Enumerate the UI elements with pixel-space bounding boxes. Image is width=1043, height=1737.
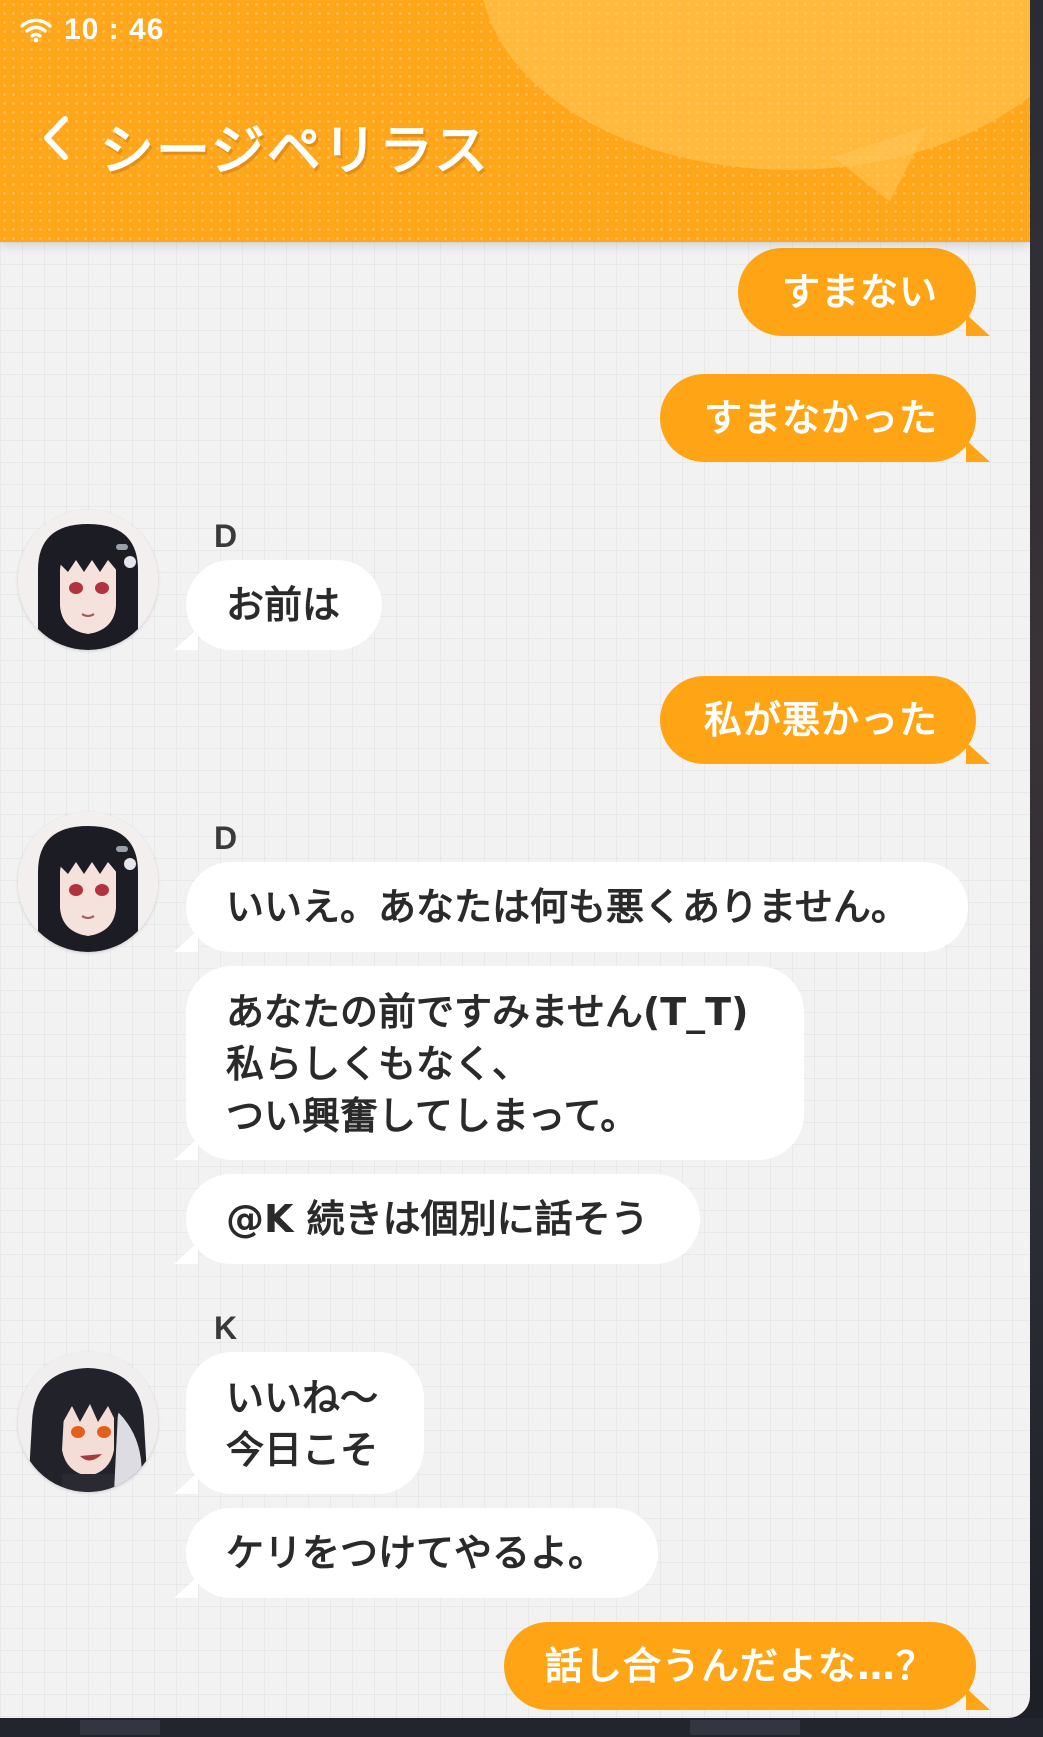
outgoing-message[interactable]: 話し合うんだよな…？ <box>504 1622 990 1710</box>
message-line: いいね～ <box>226 1376 379 1420</box>
message-text: いいえ。あなたは何も悪くありません。 <box>226 885 909 929</box>
sender-name: D <box>214 820 238 856</box>
message-text: すまなかった <box>703 396 938 440</box>
wifi-icon <box>20 17 52 43</box>
chat-header: 10 : 46 シージペリラス <box>0 0 1030 242</box>
incoming-message[interactable]: @K 続きは個別に話そう <box>174 1174 700 1264</box>
incoming-message[interactable]: いいね～ 今日こそ <box>174 1352 424 1494</box>
message-text: お前は <box>226 583 341 627</box>
status-bar: 10 : 46 <box>20 10 164 50</box>
incoming-message[interactable]: ケリをつけてやるよ。 <box>174 1508 658 1598</box>
message-line: あなたの前ですみません(T_T) <box>226 990 749 1034</box>
game-background-edge <box>1030 0 1043 1737</box>
message-text: 話し合うんだよな…？ <box>544 1644 935 1688</box>
incoming-message[interactable]: あなたの前ですみません(T_T) 私らしくもなく、 つい興奮してしまって。 <box>174 966 804 1160</box>
outgoing-message[interactable]: 私が悪かった <box>660 676 990 764</box>
outgoing-message[interactable]: すまない <box>738 248 990 336</box>
avatar-d-icon <box>18 812 158 952</box>
message-line: 私らしくもなく、 <box>226 1042 531 1086</box>
incoming-message[interactable]: お前は <box>174 560 382 650</box>
incoming-message[interactable]: いいえ。あなたは何も悪くありません。 <box>174 862 968 952</box>
message-line: 今日こそ <box>226 1428 379 1472</box>
back-button[interactable] <box>36 112 76 168</box>
avatar-d-icon <box>18 510 158 650</box>
game-background-bottom <box>0 1718 1043 1737</box>
chat-panel: 10 : 46 シージペリラス すまない すまなかった D お前は 私が悪かった… <box>0 0 1030 1718</box>
message-text: すまない <box>781 270 938 314</box>
message-text: 私が悪かった <box>703 698 938 742</box>
message-text: @K 続きは個別に話そう <box>226 1197 649 1241</box>
outgoing-message[interactable]: すまなかった <box>660 374 990 462</box>
chat-title: シージペリラス <box>100 119 490 182</box>
status-time: 10 : 46 <box>64 13 165 46</box>
message-text: ケリをつけてやるよ。 <box>226 1531 607 1575</box>
header-decoration <box>480 0 1030 170</box>
sender-name: K <box>214 1310 238 1346</box>
avatar-d[interactable] <box>18 510 158 650</box>
message-line: つい興奮してしまって。 <box>226 1094 639 1138</box>
chevron-left-icon <box>41 115 71 165</box>
avatar-k[interactable] <box>18 1352 158 1492</box>
avatar-d[interactable] <box>18 812 158 952</box>
sender-name: D <box>214 518 238 554</box>
avatar-k-icon <box>18 1352 158 1492</box>
